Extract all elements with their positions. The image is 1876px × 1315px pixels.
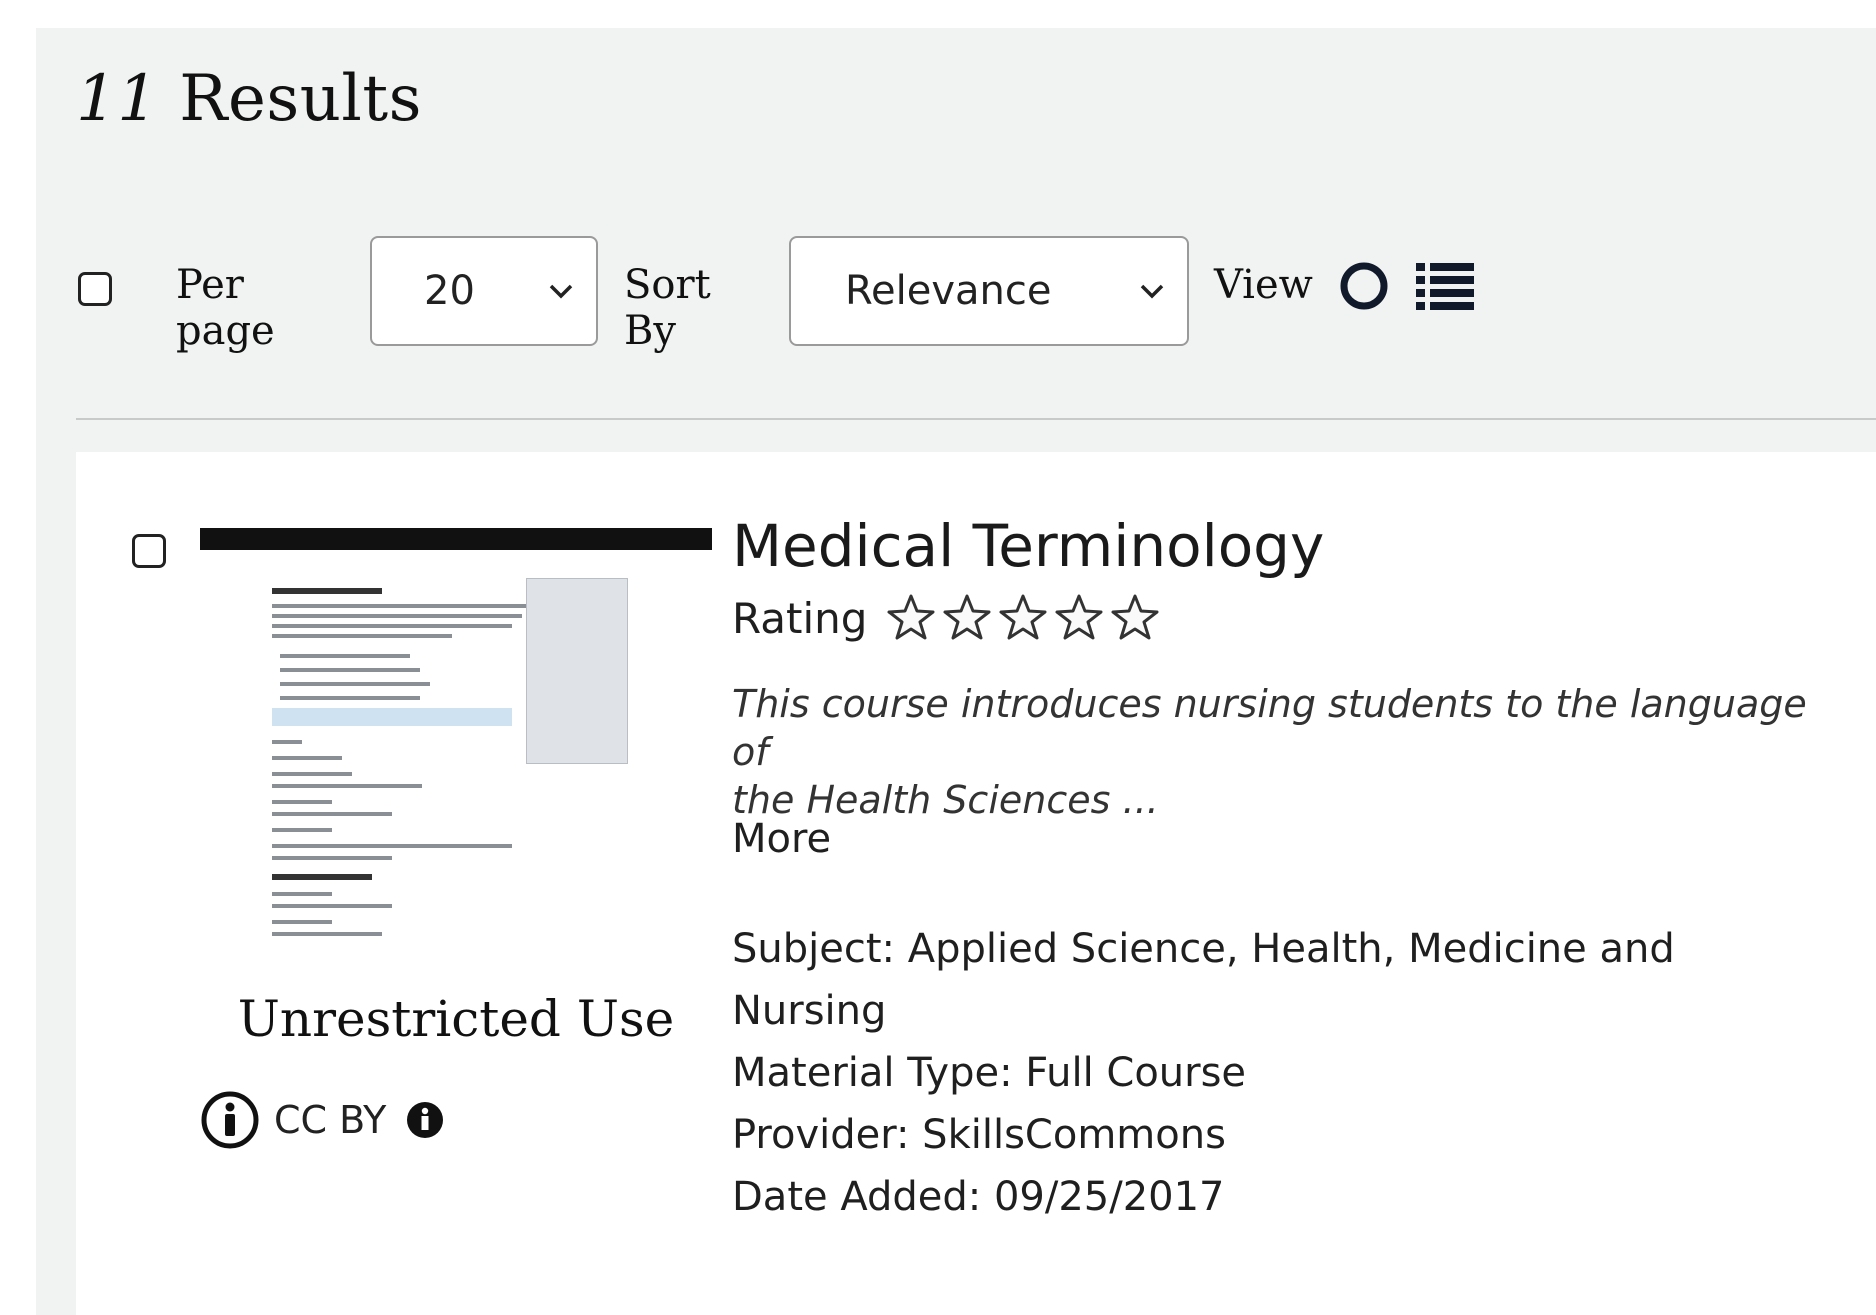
- star-icon: [887, 594, 935, 640]
- star-icon: [999, 594, 1047, 640]
- description-line: This course introduces nursing students …: [732, 682, 1807, 774]
- subject-line: Subject: Applied Science, Health, Medici…: [732, 926, 1675, 972]
- rating-label: Rating: [732, 593, 868, 643]
- star-icon: [943, 594, 991, 640]
- info-icon[interactable]: [406, 1101, 444, 1139]
- view-label: View: [1214, 262, 1313, 308]
- sort-by-value: Relevance: [845, 268, 1052, 314]
- result-description: This course introduces nursing students …: [732, 680, 1812, 824]
- sort-by-select[interactable]: Relevance: [789, 236, 1189, 346]
- license-label: CC BY: [274, 1098, 387, 1142]
- cc-by-icon: [201, 1091, 259, 1149]
- result-thumbnail[interactable]: [200, 528, 712, 948]
- star-icon: [1111, 594, 1159, 640]
- result-checkbox[interactable]: [132, 534, 166, 568]
- more-link[interactable]: More: [732, 816, 831, 862]
- results-count: 11: [76, 62, 159, 136]
- provider: Provider: SkillsCommons: [732, 1112, 1226, 1158]
- results-label: Results: [179, 62, 422, 136]
- rating-row: Rating: [732, 592, 1165, 644]
- grid-view-icon[interactable]: [1338, 260, 1390, 312]
- select-all-checkbox[interactable]: [78, 272, 112, 306]
- description-line: the Health Sciences ...: [732, 778, 1159, 822]
- use-heading: Unrestricted Use: [237, 990, 675, 1048]
- license-row: CC BY: [200, 1090, 444, 1150]
- chevron-down-icon: [549, 284, 573, 299]
- list-view-icon[interactable]: [1414, 260, 1476, 312]
- date-added: Date Added: 09/25/2017: [732, 1174, 1225, 1220]
- material-type: Material Type: Full Course: [732, 1050, 1247, 1096]
- rating-stars[interactable]: [885, 592, 1165, 644]
- toolbar-divider: [76, 418, 1876, 420]
- result-metadata: Subject: Applied Science, Health, Medici…: [732, 918, 1692, 1228]
- star-icon: [1055, 594, 1103, 640]
- results-heading: 11 Results: [76, 62, 422, 136]
- per-page-value: 20: [424, 268, 475, 314]
- sort-by-label: Sort By: [624, 262, 711, 354]
- subject-line-cont: Nursing: [732, 988, 887, 1034]
- result-title[interactable]: Medical Terminology: [732, 512, 1324, 580]
- chevron-down-icon: [1140, 284, 1164, 299]
- per-page-label: Per page: [176, 262, 275, 354]
- per-page-select[interactable]: 20: [370, 236, 598, 346]
